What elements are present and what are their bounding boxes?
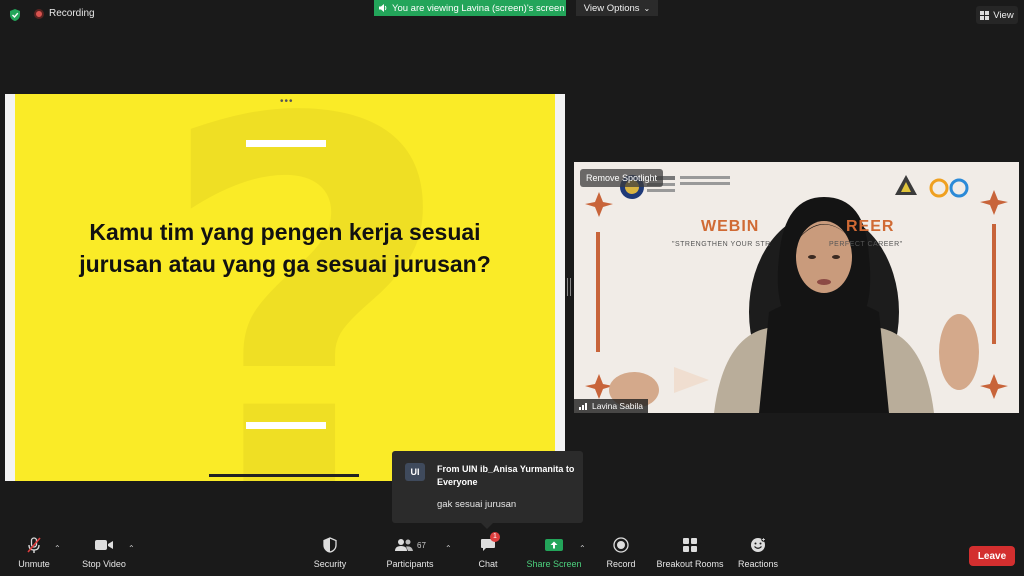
shield-icon: [323, 534, 337, 556]
unmute-label: Unmute: [18, 559, 50, 569]
reactions-label: Reactions: [737, 559, 779, 569]
banner-subtitle-right: PERFECT CAREER": [829, 241, 903, 248]
grid-view-icon: [980, 10, 990, 20]
view-options-button[interactable]: View Options ⌄: [576, 0, 658, 16]
participants-options-chevron-icon[interactable]: ⌃: [445, 544, 452, 553]
reactions-icon: [750, 534, 766, 556]
participant-name: Lavina Sabila: [592, 401, 644, 411]
top-bar: Recording You are viewing Lavina (screen…: [0, 0, 1024, 30]
security-shield-icon[interactable]: [8, 8, 22, 22]
banner-title-left: WEBIN: [701, 218, 760, 235]
participants-icon: [395, 539, 414, 551]
more-dots-icon[interactable]: •••: [280, 96, 294, 107]
breakout-rooms-label: Breakout Rooms: [656, 559, 724, 569]
slide-question-text: Kamu tim yang pengen kerja sesuai jurusa…: [79, 219, 491, 277]
signal-bars-icon: [579, 403, 587, 410]
view-button[interactable]: View: [976, 6, 1018, 24]
slide-bottom-bar: [246, 422, 326, 429]
recording-dot-icon: [34, 8, 44, 19]
meeting-toolbar: [0, 534, 1024, 576]
chat-notification-popup[interactable]: UI From UIN ib_Anisa Yurmanita to Everyo…: [392, 451, 583, 523]
share-screen-label: Share Screen: [526, 559, 582, 569]
stop-video-button[interactable]: Stop Video: [78, 534, 130, 569]
view-label: View: [993, 9, 1014, 21]
audio-options-chevron-icon[interactable]: ⌃: [54, 544, 61, 553]
participants-button[interactable]: 67 Participants: [384, 534, 436, 569]
record-button[interactable]: Record: [604, 534, 638, 569]
participants-icon-group: 67: [394, 534, 426, 556]
breakout-rooms-button[interactable]: Breakout Rooms: [656, 534, 724, 569]
slide-top-bar: [246, 140, 326, 147]
chevron-down-icon: ⌄: [643, 3, 651, 13]
chat-popup-pointer: [481, 523, 493, 529]
slide-edge-right: [555, 94, 565, 481]
remove-spotlight-button[interactable]: Remove Spotlight: [580, 169, 664, 187]
share-screen-icon: [545, 534, 563, 556]
video-frame: [574, 162, 1019, 413]
viewing-banner-text: You are viewing Lavina (screen)'s screen: [392, 2, 565, 14]
chat-sender: From UIN ib_Anisa Yurmanita to Everyone: [437, 464, 575, 487]
split-divider-handle[interactable]: [567, 278, 571, 296]
slide-scroll-indicator: [209, 474, 359, 477]
share-screen-button[interactable]: Share Screen: [526, 534, 582, 569]
speaker-video-tile[interactable]: WEBIN REER "STRENGTHEN YOUR STR PERFECT …: [574, 162, 1019, 413]
security-label: Security: [313, 559, 347, 569]
avatar: UI: [405, 463, 425, 481]
share-options-chevron-icon[interactable]: ⌃: [579, 544, 586, 553]
audio-icon: [379, 4, 387, 12]
banner-subtitle-left: "STRENGTHEN YOUR STR: [672, 241, 771, 248]
view-options-label: View Options: [583, 2, 640, 14]
recording-label: Recording: [49, 8, 95, 19]
shared-screen-slide[interactable]: ? ••• Kamu tim yang pengen kerja sesuai …: [5, 94, 565, 481]
unmute-button[interactable]: Unmute: [16, 534, 52, 569]
viewing-banner: You are viewing Lavina (screen)'s screen: [374, 0, 566, 16]
chat-unread-badge: 1: [490, 532, 500, 542]
chat-button[interactable]: 1 Chat: [474, 532, 502, 569]
breakout-rooms-icon: [682, 534, 698, 556]
record-icon: [613, 534, 629, 556]
stop-video-label: Stop Video: [82, 559, 126, 569]
participants-label: Participants: [386, 559, 434, 569]
video-options-chevron-icon[interactable]: ⌃: [128, 544, 135, 553]
recording-indicator[interactable]: Recording: [34, 8, 95, 19]
record-label: Record: [606, 559, 636, 569]
video-camera-icon: [94, 534, 114, 556]
participants-count: 67: [417, 540, 426, 550]
chat-icon: 1: [480, 532, 500, 556]
security-button[interactable]: Security: [312, 534, 348, 569]
chat-message: gak sesuai jurusan: [437, 499, 517, 510]
slide-edge-left: [5, 94, 15, 481]
muted-microphone-icon: [25, 534, 43, 556]
leave-button[interactable]: Leave: [969, 546, 1015, 566]
participant-name-label: Lavina Sabila: [574, 399, 649, 413]
banner-title-right: REER: [846, 218, 895, 235]
chat-label: Chat: [478, 559, 498, 569]
reactions-button[interactable]: Reactions: [737, 534, 779, 569]
